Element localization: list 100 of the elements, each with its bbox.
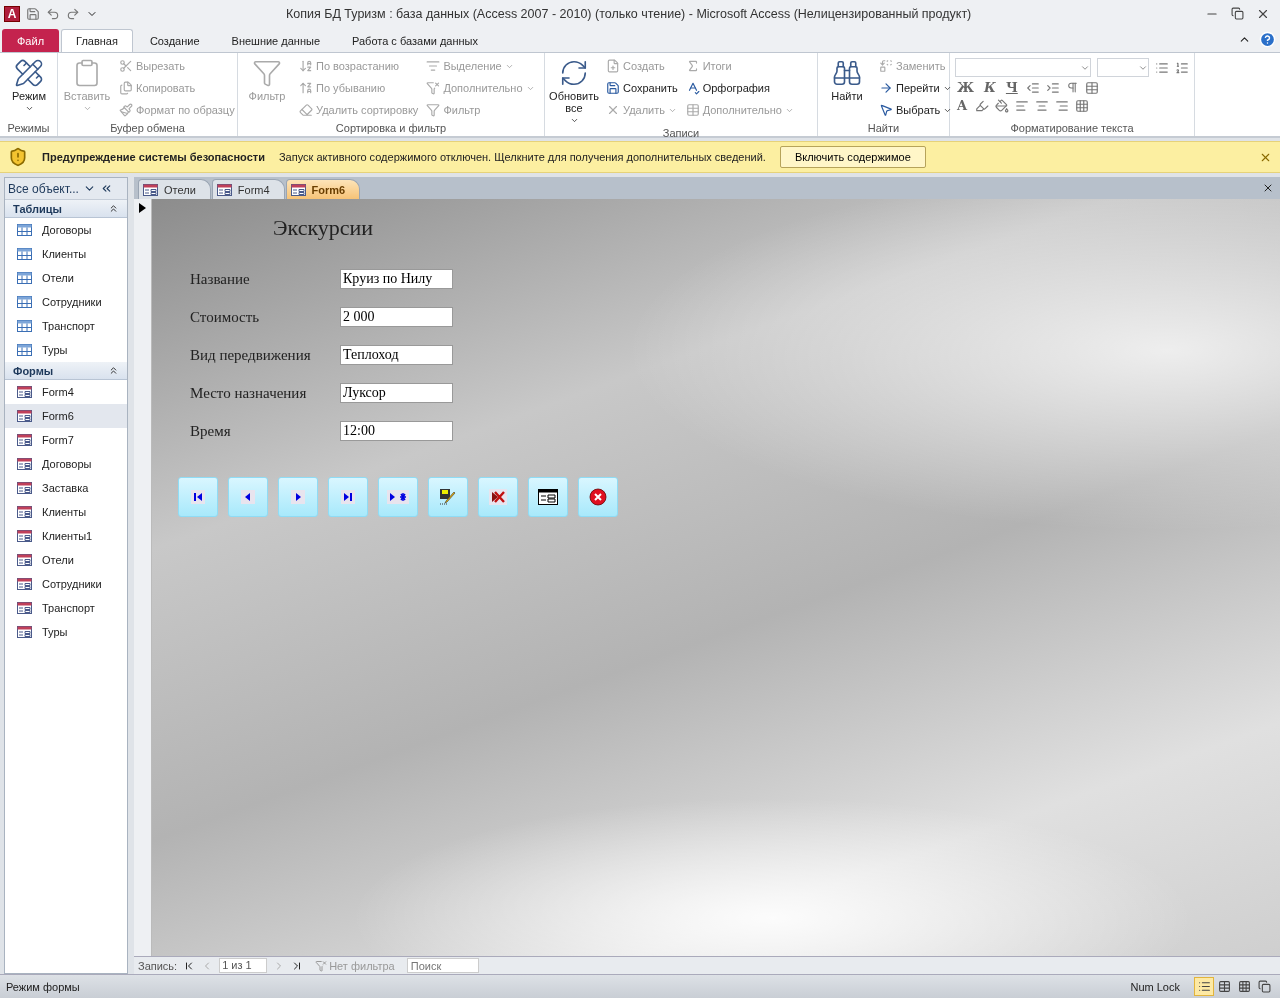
nav-item[interactable]: Сотрудники: [5, 290, 127, 314]
ribbon-tab[interactable]: Работа с базами данных: [337, 29, 493, 52]
undo-icon[interactable]: [46, 7, 60, 21]
restore-icon[interactable]: [1231, 7, 1244, 20]
form-command-button[interactable]: [578, 477, 618, 517]
nav-item[interactable]: Транспорт: [5, 596, 127, 620]
format-button[interactable]: Ч: [1003, 80, 1020, 95]
pilcrow-icon[interactable]: [1065, 81, 1079, 94]
nav-item[interactable]: Form7: [5, 428, 127, 452]
input-field[interactable]: Круиз по Нилу: [340, 269, 453, 289]
field-label: Название: [190, 270, 251, 288]
caret-icon: [569, 116, 579, 125]
ribbon-large-button[interactable]: Обновить все: [548, 56, 600, 127]
redo-icon[interactable]: [66, 7, 80, 21]
nav-item[interactable]: Form4: [5, 380, 127, 404]
view-button[interactable]: [1194, 977, 1214, 996]
group-label: Режимы: [6, 122, 51, 136]
help-icon[interactable]: [1259, 31, 1276, 48]
group-label: Буфер обмена: [109, 122, 186, 136]
nav-item[interactable]: Клиенты: [5, 242, 127, 266]
format-button[interactable]: К: [982, 80, 998, 95]
ribbon-button[interactable]: Сохранить: [604, 78, 680, 98]
align-left-icon[interactable]: [1015, 98, 1030, 113]
save-icon: [606, 81, 620, 95]
save-icon[interactable]: [26, 7, 40, 21]
nav-item[interactable]: Form6: [5, 404, 127, 428]
ribbon-tab[interactable]: Создание: [134, 29, 215, 52]
input-field[interactable]: Луксор: [340, 383, 453, 403]
filter-icon: [426, 103, 441, 117]
record-label: Запись:: [138, 959, 178, 972]
search-field[interactable]: Поиск: [406, 958, 479, 973]
filter-icon: [315, 959, 328, 972]
form-command-button[interactable]: [428, 477, 468, 517]
nav-section-header[interactable]: Формы: [5, 362, 127, 380]
delete-record-icon: [489, 489, 507, 505]
format-button[interactable]: Ж: [955, 80, 977, 95]
nav-item[interactable]: Договоры: [5, 452, 127, 476]
file-tab[interactable]: Файл: [2, 29, 60, 52]
nav-item[interactable]: Клиенты1: [5, 524, 127, 548]
document-tab[interactable]: Form6: [285, 179, 361, 199]
caret-icon: [82, 104, 92, 113]
form-command-button[interactable]: [378, 477, 418, 517]
nav-item[interactable]: Отели: [5, 266, 127, 290]
bullet-list-icon[interactable]: [1155, 60, 1169, 75]
align-right-icon[interactable]: [1055, 98, 1070, 113]
enable-content-button[interactable]: Включить содержимое: [779, 146, 926, 168]
close-icon[interactable]: [1256, 7, 1270, 21]
security-warning-message[interactable]: Запуск активного содержимого отключен. Щелкните для получения дополнительных сведений.: [278, 151, 766, 163]
form-command-button[interactable]: [178, 477, 218, 517]
table-icon[interactable]: [1084, 80, 1099, 95]
nav-item[interactable]: Туры: [5, 338, 127, 362]
save-edit-icon: [439, 488, 457, 506]
ribbon-button[interactable]: Выбрать: [877, 100, 955, 120]
input-field[interactable]: 2 000: [340, 307, 453, 327]
nav-item[interactable]: Отели: [5, 548, 127, 572]
ribbon-tab[interactable]: Главная: [61, 29, 133, 52]
highlighter-icon[interactable]: [975, 98, 990, 113]
nav-item[interactable]: Клиенты: [5, 500, 127, 524]
form-icon: [17, 506, 32, 518]
font-name-field[interactable]: [955, 58, 1091, 77]
font-size-field[interactable]: [1097, 58, 1149, 77]
nav-item[interactable]: Сотрудники: [5, 572, 127, 596]
nav-item[interactable]: Туры: [5, 620, 127, 644]
filter-list-icon: [426, 59, 441, 73]
form-command-button[interactable]: [328, 477, 368, 517]
numbered-list-icon[interactable]: [1175, 60, 1189, 75]
close-icon: [606, 103, 620, 117]
nav-section-header[interactable]: Таблицы: [5, 200, 127, 218]
close-icon: [589, 488, 607, 506]
input-field[interactable]: 12:00: [340, 421, 453, 441]
app-logo[interactable]: A: [4, 6, 20, 22]
paint-bucket-icon[interactable]: [995, 98, 1010, 113]
form-command-button[interactable]: [528, 477, 568, 517]
document-tab[interactable]: Form4: [211, 179, 285, 199]
ribbon-tab[interactable]: Внешние данные: [216, 29, 335, 52]
font-color-button[interactable]: A: [955, 98, 970, 113]
nav-item[interactable]: Заставка: [5, 476, 127, 500]
outdent-icon[interactable]: [1025, 80, 1040, 95]
ribbon-button[interactable]: Орфография: [683, 78, 796, 98]
field-label: Место назначения: [190, 384, 308, 402]
close-icon[interactable]: [1262, 182, 1274, 194]
form-icon: [17, 578, 32, 590]
nav-item[interactable]: Транспорт: [5, 314, 127, 338]
ribbon-button[interactable]: Перейти: [877, 78, 955, 98]
ribbon-large-button[interactable]: Найти: [821, 56, 873, 122]
ribbon-large-button[interactable]: Режим: [3, 56, 55, 122]
sort-descending-icon: [299, 81, 313, 95]
nav-item[interactable]: Договоры: [5, 218, 127, 242]
align-center-icon[interactable]: [1035, 98, 1050, 113]
group-label: Найти: [866, 122, 901, 136]
group-label: Форматирование текста: [1009, 122, 1135, 136]
indent-icon[interactable]: [1045, 80, 1060, 95]
sort-ascending-icon: [299, 59, 313, 73]
grid-icon[interactable]: [1075, 98, 1090, 113]
record-position-field[interactable]: 1 из 1: [219, 958, 268, 973]
document-tab[interactable]: Отели: [138, 179, 211, 199]
first-record-icon: [191, 490, 205, 504]
field-label: Время: [190, 422, 232, 440]
previous-record-icon: [241, 490, 255, 504]
input-field[interactable]: Теплоход: [340, 345, 453, 365]
